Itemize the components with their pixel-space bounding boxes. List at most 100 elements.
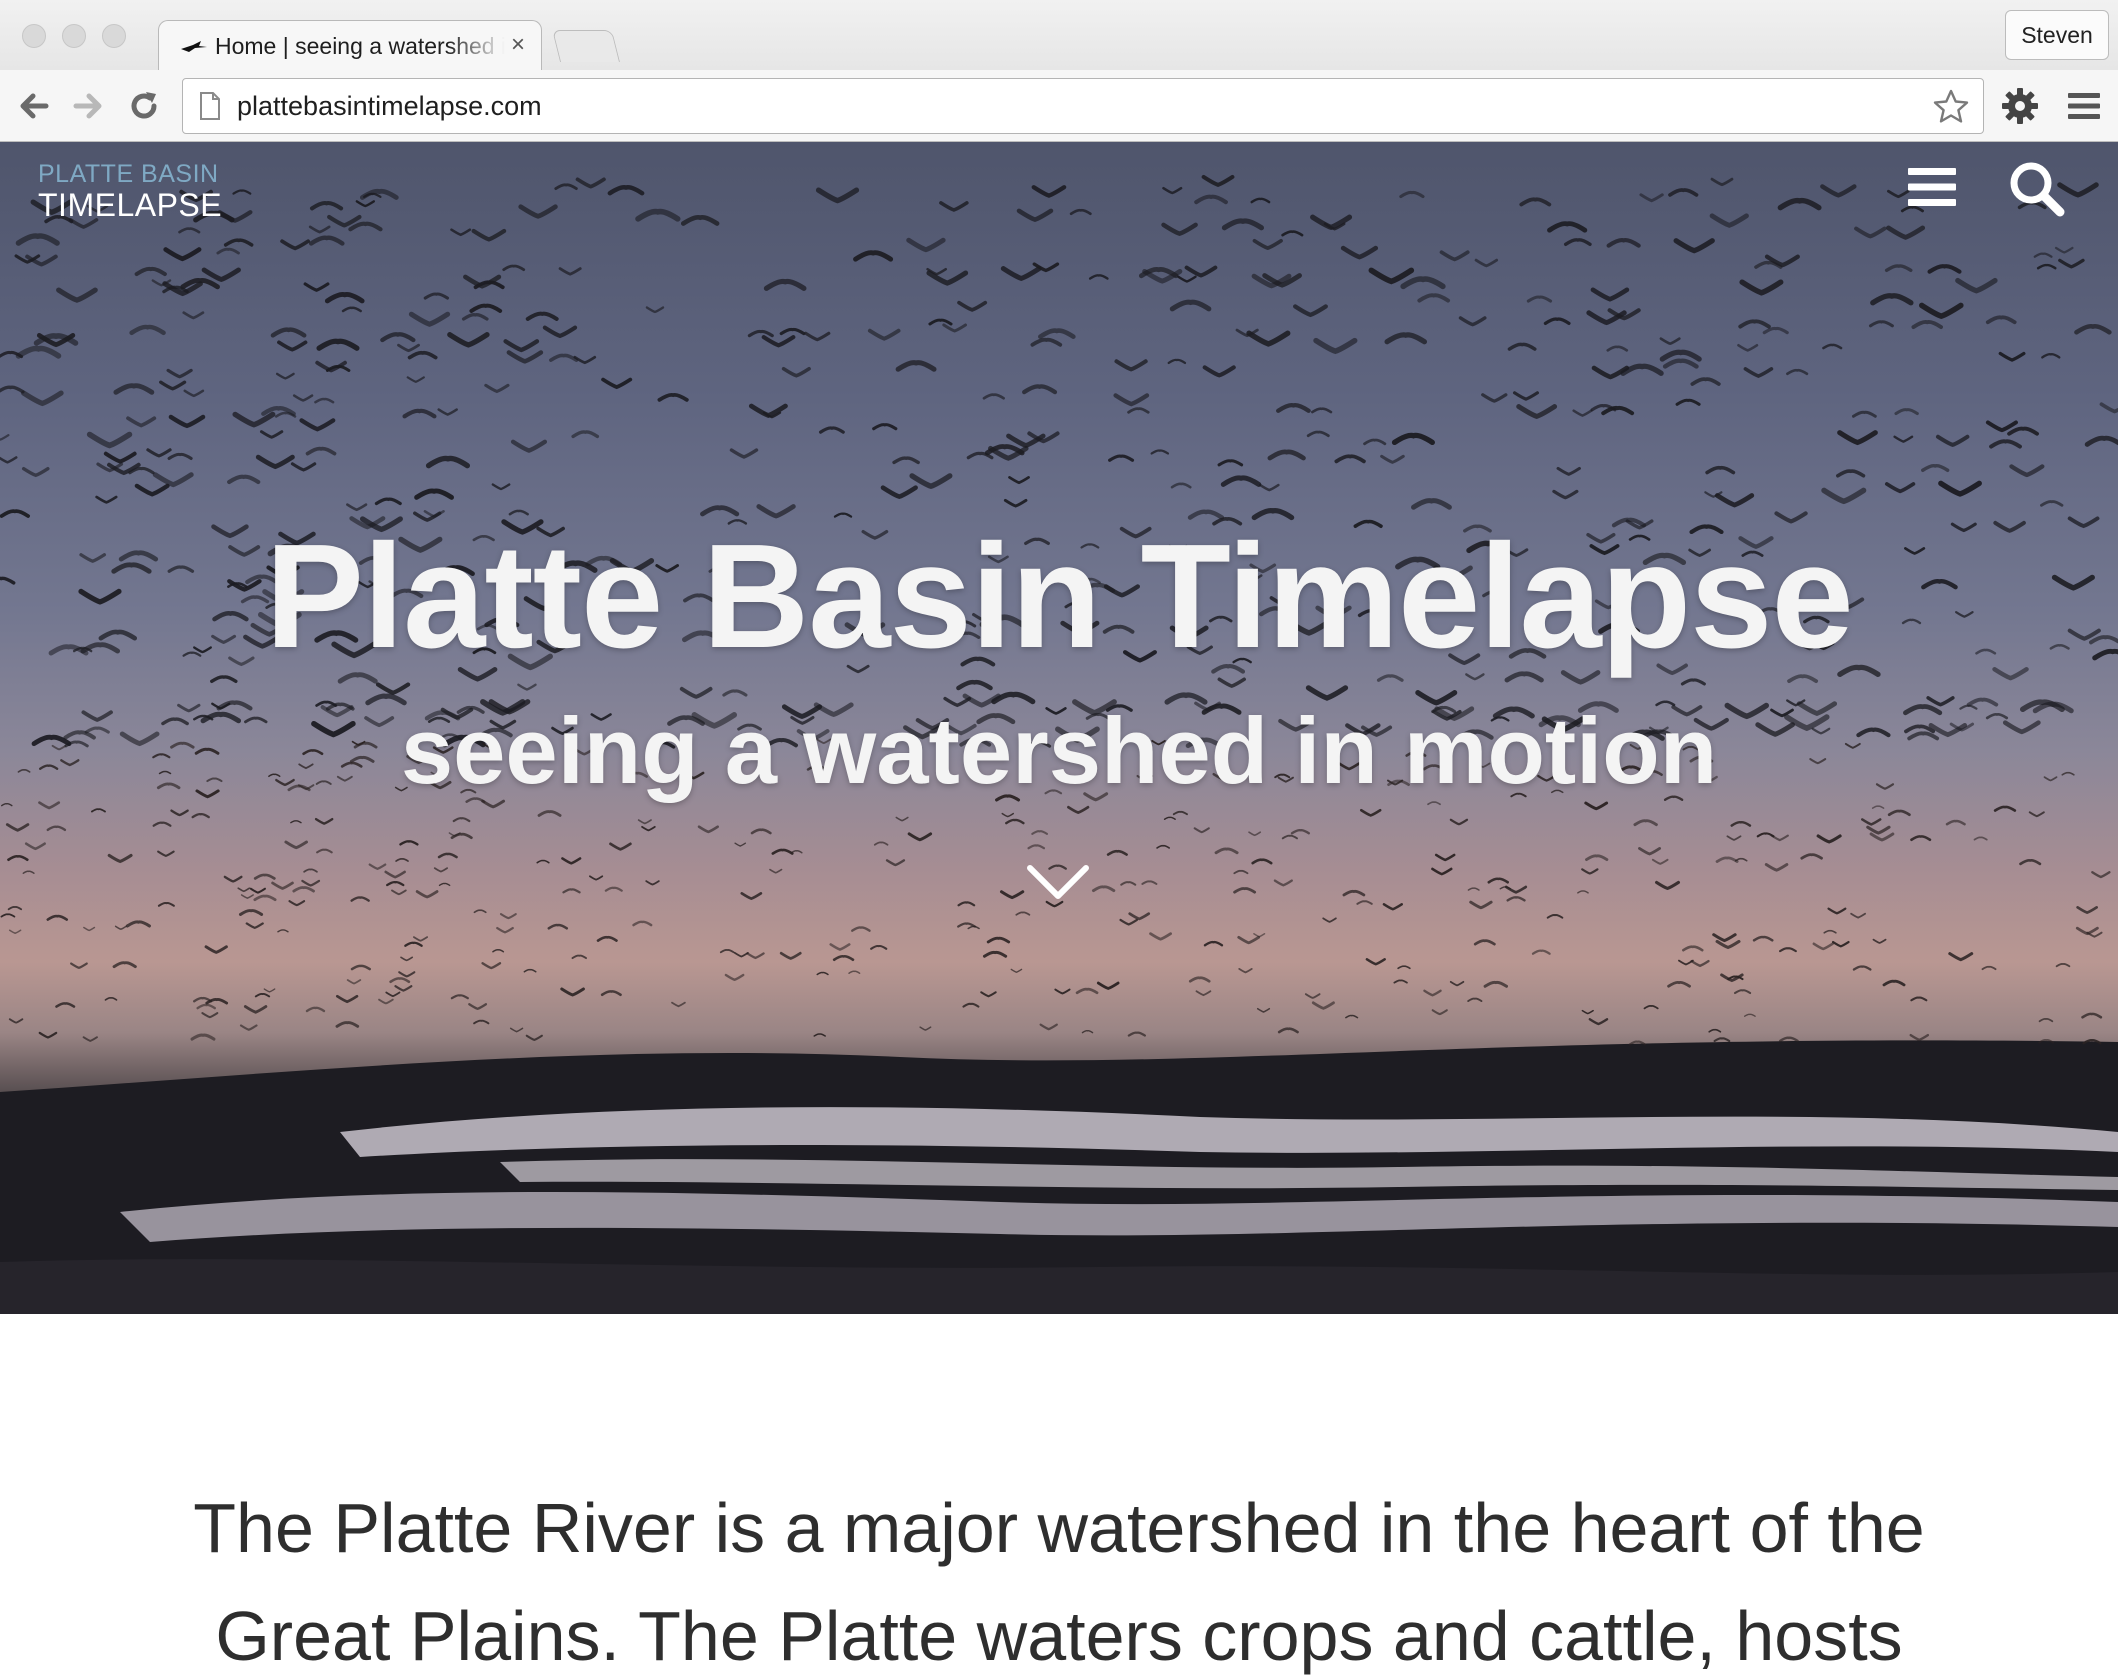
bird-silhouette (1293, 304, 1328, 318)
bird-silhouette (1563, 238, 1592, 247)
bird-silhouette (1202, 365, 1236, 378)
bird-silhouette (1469, 900, 1493, 910)
chevron-down-icon[interactable] (1024, 860, 1092, 904)
bird-silhouette (1882, 979, 1906, 987)
bird-silhouette (1142, 268, 1183, 284)
bird-silhouette (1730, 820, 1752, 827)
site-logo[interactable]: PLATTE BASIN TIMELAPSE (38, 162, 222, 222)
bird-silhouette (1311, 1001, 1335, 1010)
window-zoom-button[interactable] (102, 24, 126, 48)
bird-silhouette (1504, 885, 1528, 894)
bird-silhouette (2055, 963, 2071, 968)
bird-silhouette (324, 292, 365, 304)
bird-silhouette (609, 842, 632, 851)
bird-silhouette (1127, 1031, 1146, 1037)
bird-silhouette (1547, 221, 1588, 233)
bird-silhouette (1667, 980, 1691, 988)
bird-silhouette (368, 863, 387, 871)
bird-silhouette (1519, 197, 1552, 207)
bird-silhouette (926, 270, 969, 286)
bird-silhouette (1812, 942, 1834, 951)
bird-silhouette (183, 389, 205, 398)
bird-silhouette (452, 817, 471, 823)
crane-favicon-icon (179, 39, 209, 55)
bird-silhouette (1069, 208, 1092, 216)
bird-silhouette (152, 821, 172, 827)
bird-silhouette (1195, 990, 1212, 997)
bird-silhouette (0, 385, 25, 394)
address-bar[interactable]: plattebasintimelapse.com (182, 78, 1984, 134)
bird-silhouette (1022, 384, 1058, 395)
bird-silhouette (350, 896, 370, 902)
reload-icon[interactable] (124, 86, 164, 126)
hamburger-icon[interactable] (2062, 84, 2106, 128)
window-close-button[interactable] (22, 24, 46, 48)
bird-silhouette (1778, 1036, 1799, 1043)
bird-silhouette (561, 857, 582, 865)
hamburger-menu-icon[interactable] (1906, 164, 1958, 210)
bird-silhouette (301, 879, 321, 887)
bird-silhouette (277, 340, 308, 352)
bird-silhouette (2081, 1012, 2103, 1019)
bird-silhouette (1252, 238, 1283, 251)
bird-silhouette (170, 809, 189, 817)
bird-silhouette (391, 889, 407, 896)
bird-silhouette (1823, 929, 1837, 934)
bird-silhouette (1340, 245, 1379, 260)
window-minimize-button[interactable] (62, 24, 86, 48)
bird-silhouette (895, 816, 909, 822)
bird-silhouette (1601, 405, 1635, 416)
browser-tab-active[interactable]: Home | seeing a watershed in motion × (158, 20, 542, 72)
bird-silhouette (829, 943, 851, 951)
bird-silhouette (1169, 299, 1212, 312)
bird-silhouette (2041, 353, 2061, 359)
bird-silhouette (740, 892, 763, 901)
bird-silhouette (1973, 836, 1988, 841)
bird-silhouette (1246, 330, 1291, 347)
bird-silhouette (499, 913, 517, 920)
bird-silhouette (1039, 1023, 1058, 1031)
bird-silhouette (0, 456, 18, 464)
arrow-left-icon[interactable] (14, 86, 54, 126)
bird-silhouette (1777, 197, 1822, 211)
bird-silhouette (957, 901, 976, 907)
bird-silhouette (1734, 857, 1748, 862)
gear-icon[interactable] (1998, 84, 2042, 128)
bird-silhouette (280, 239, 311, 251)
new-tab-button[interactable] (552, 30, 620, 62)
bird-silhouette (1220, 475, 1262, 487)
bird-silhouette (1400, 276, 1446, 290)
bird-silhouette (1334, 454, 1366, 464)
bird-silhouette (919, 1026, 932, 1031)
bird-silhouette (906, 237, 946, 253)
bird-silhouette (575, 177, 606, 189)
bird-silhouette (375, 682, 411, 695)
bird-silhouette (1253, 933, 1266, 938)
bird-silhouette (201, 267, 241, 282)
bird-silhouette (253, 894, 277, 902)
profile-button[interactable]: Steven (2005, 10, 2109, 60)
search-icon[interactable] (2006, 158, 2066, 218)
bird-silhouette (1038, 328, 1076, 339)
bird-silhouette (851, 926, 871, 932)
intro-section: The Platte River is a major watershed in… (0, 1314, 2118, 1676)
bird-silhouette (1238, 968, 1253, 974)
bird-silhouette (1739, 279, 1784, 296)
bird-silhouette (468, 1003, 488, 1011)
bird-silhouette (1989, 439, 2022, 449)
bird-silhouette (38, 1031, 58, 1039)
bird-silhouette (1516, 404, 1558, 420)
bird-silhouette (1031, 830, 1048, 835)
tab-close-icon[interactable]: × (511, 33, 525, 57)
bird-silhouette (1141, 880, 1158, 885)
bird-silhouette (1546, 914, 1564, 919)
arrow-right-icon[interactable] (68, 86, 108, 126)
bird-silhouette (1985, 420, 2018, 433)
star-icon[interactable] (1931, 87, 1971, 127)
bird-silhouette (259, 430, 284, 439)
bird-silhouette (277, 929, 289, 933)
bird-silhouette (549, 353, 579, 362)
bird-silhouette (510, 439, 548, 453)
bird-silhouette (1715, 856, 1739, 863)
bird-silhouette (562, 888, 581, 894)
